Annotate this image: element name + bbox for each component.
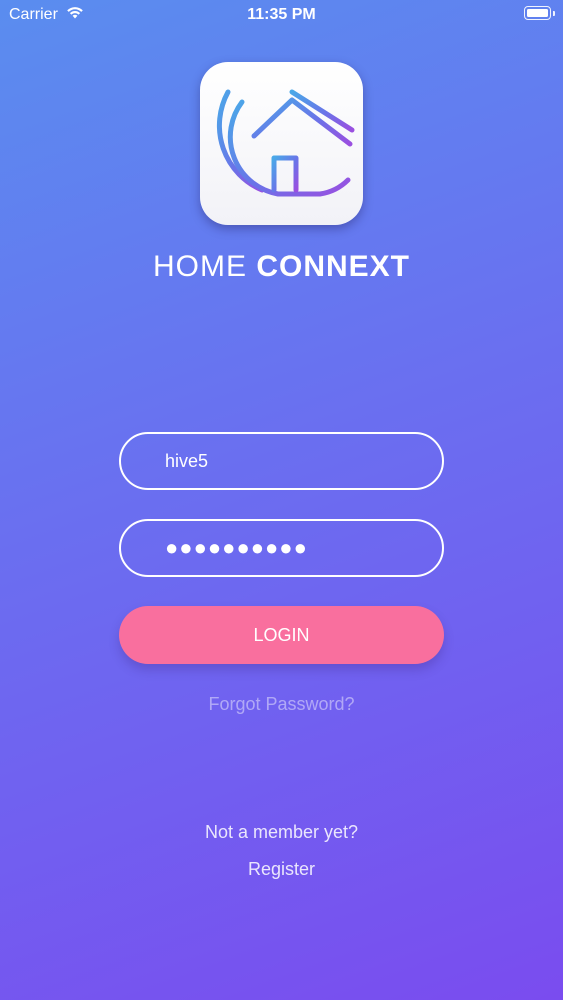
username-field[interactable] (119, 432, 444, 490)
password-input[interactable] (165, 535, 415, 561)
login-screen: Carrier 11:35 PM HOME CONNEXT hive5 ●●●●… (0, 0, 563, 1000)
not-member-text: Not a member yet? (204, 822, 359, 842)
brand-title: HOME CONNEXT (0, 250, 563, 284)
status-bar: Carrier 11:35 PM (0, 0, 563, 30)
password-field[interactable] (119, 519, 444, 577)
forgot-password-link[interactable]: Forgot Password? (0, 694, 563, 715)
battery-level (527, 9, 548, 17)
battery-nub (553, 11, 555, 16)
app-logo (200, 62, 363, 225)
house-logo-icon (216, 89, 355, 197)
battery-icon (524, 6, 551, 20)
register-link[interactable]: Register (0, 859, 563, 880)
login-button[interactable]: LOGIN (119, 606, 444, 664)
username-input[interactable] (165, 450, 415, 472)
brand-name-light: HOME (152, 250, 247, 283)
status-time: 11:35 PM (247, 6, 316, 23)
brand-name-bold: CONNEXT (256, 250, 411, 283)
